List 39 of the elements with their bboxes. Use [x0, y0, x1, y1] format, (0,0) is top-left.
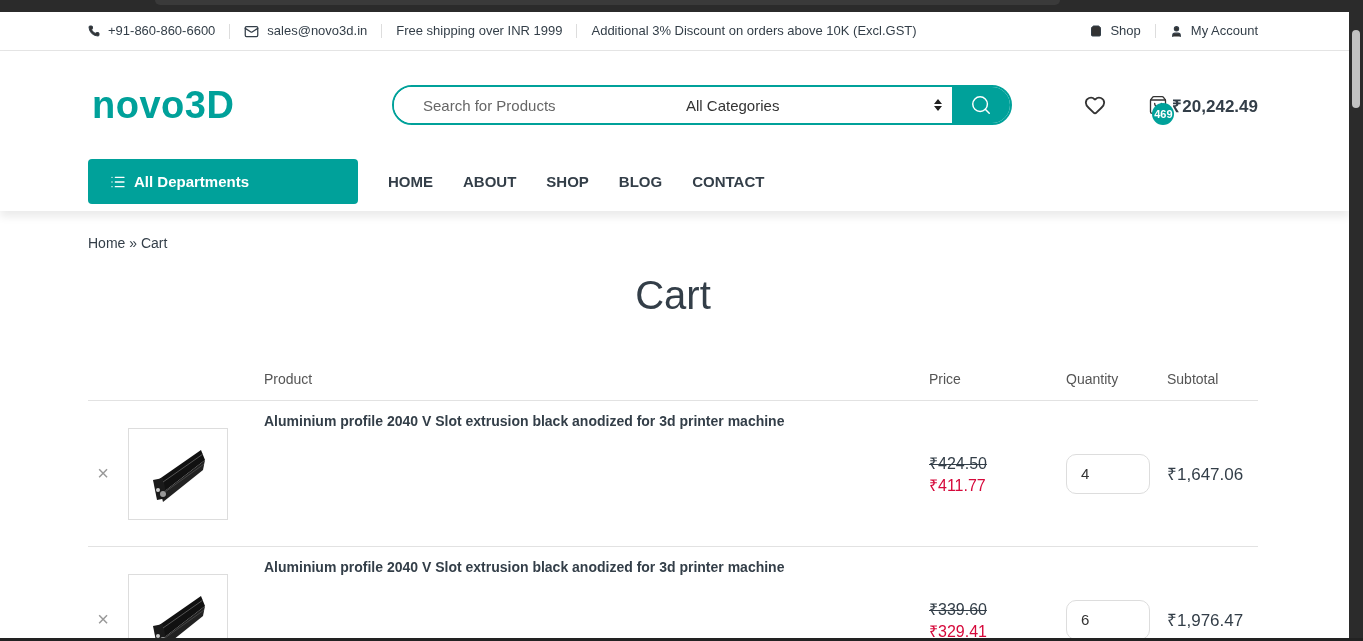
user-icon — [1169, 24, 1183, 38]
subtotal: ₹1,647.06 — [1167, 464, 1245, 485]
nav-link[interactable]: HOME — [388, 173, 433, 190]
column-header: Subtotal — [1167, 371, 1220, 387]
breadcrumb: Home » Cart — [88, 235, 169, 251]
nav-link[interactable]: BLOG — [618, 173, 663, 190]
phone-icon — [88, 25, 100, 37]
topbar-text: Free shipping over INR 1999 — [396, 24, 563, 38]
old-price: ₹424.50 — [929, 453, 988, 474]
topbar-text: sales@novo3d.in — [267, 24, 368, 38]
topbar-link[interactable]: Shop — [1110, 24, 1141, 38]
topbar-text: Additional 3% Discount on orders above 10K (Excl.GST) — [591, 24, 917, 38]
nav-link[interactable]: ABOUT — [463, 173, 517, 190]
mail-icon — [244, 23, 260, 39]
subtotal: ₹1,976.47 — [1167, 610, 1245, 631]
topbar-link[interactable]: My Account — [1190, 24, 1258, 38]
page-title: Cart — [634, 273, 712, 318]
sort-icon — [934, 99, 942, 111]
product-name[interactable]: Aluminium profile 2040 V Slot extrusion black anodized for 3d printer machine — [228, 413, 929, 429]
quantity-field[interactable]: 6 — [1066, 599, 1150, 638]
product-thumbnail[interactable] — [128, 573, 228, 638]
bag-icon — [1090, 25, 1103, 37]
category-select[interactable]: All Categories — [686, 87, 952, 123]
column-header: Quantity — [1066, 371, 1120, 387]
product-thumbnail[interactable] — [128, 427, 228, 520]
column-header: Product — [263, 371, 314, 387]
sale-price: ₹329.41 — [929, 621, 988, 638]
old-price: ₹339.60 — [929, 599, 988, 620]
column-header: Price — [929, 371, 962, 387]
sale-price: ₹411.77 — [929, 475, 987, 496]
search-button[interactable] — [952, 87, 1010, 123]
wishlist-icon[interactable] — [1084, 94, 1107, 116]
nav-link[interactable]: CONTACT — [692, 173, 765, 190]
topbar-text: +91-860-860-6600 — [108, 24, 216, 38]
search-icon — [970, 94, 992, 116]
quantity-field[interactable]: 4 — [1066, 453, 1150, 494]
product-name[interactable]: Aluminium profile 2040 V Slot extrusion black anodized for 3d printer machine — [228, 559, 929, 575]
search-bar[interactable]: Search for Products All Categories — [392, 85, 1012, 125]
nav-link[interactable]: SHOP — [546, 173, 589, 190]
